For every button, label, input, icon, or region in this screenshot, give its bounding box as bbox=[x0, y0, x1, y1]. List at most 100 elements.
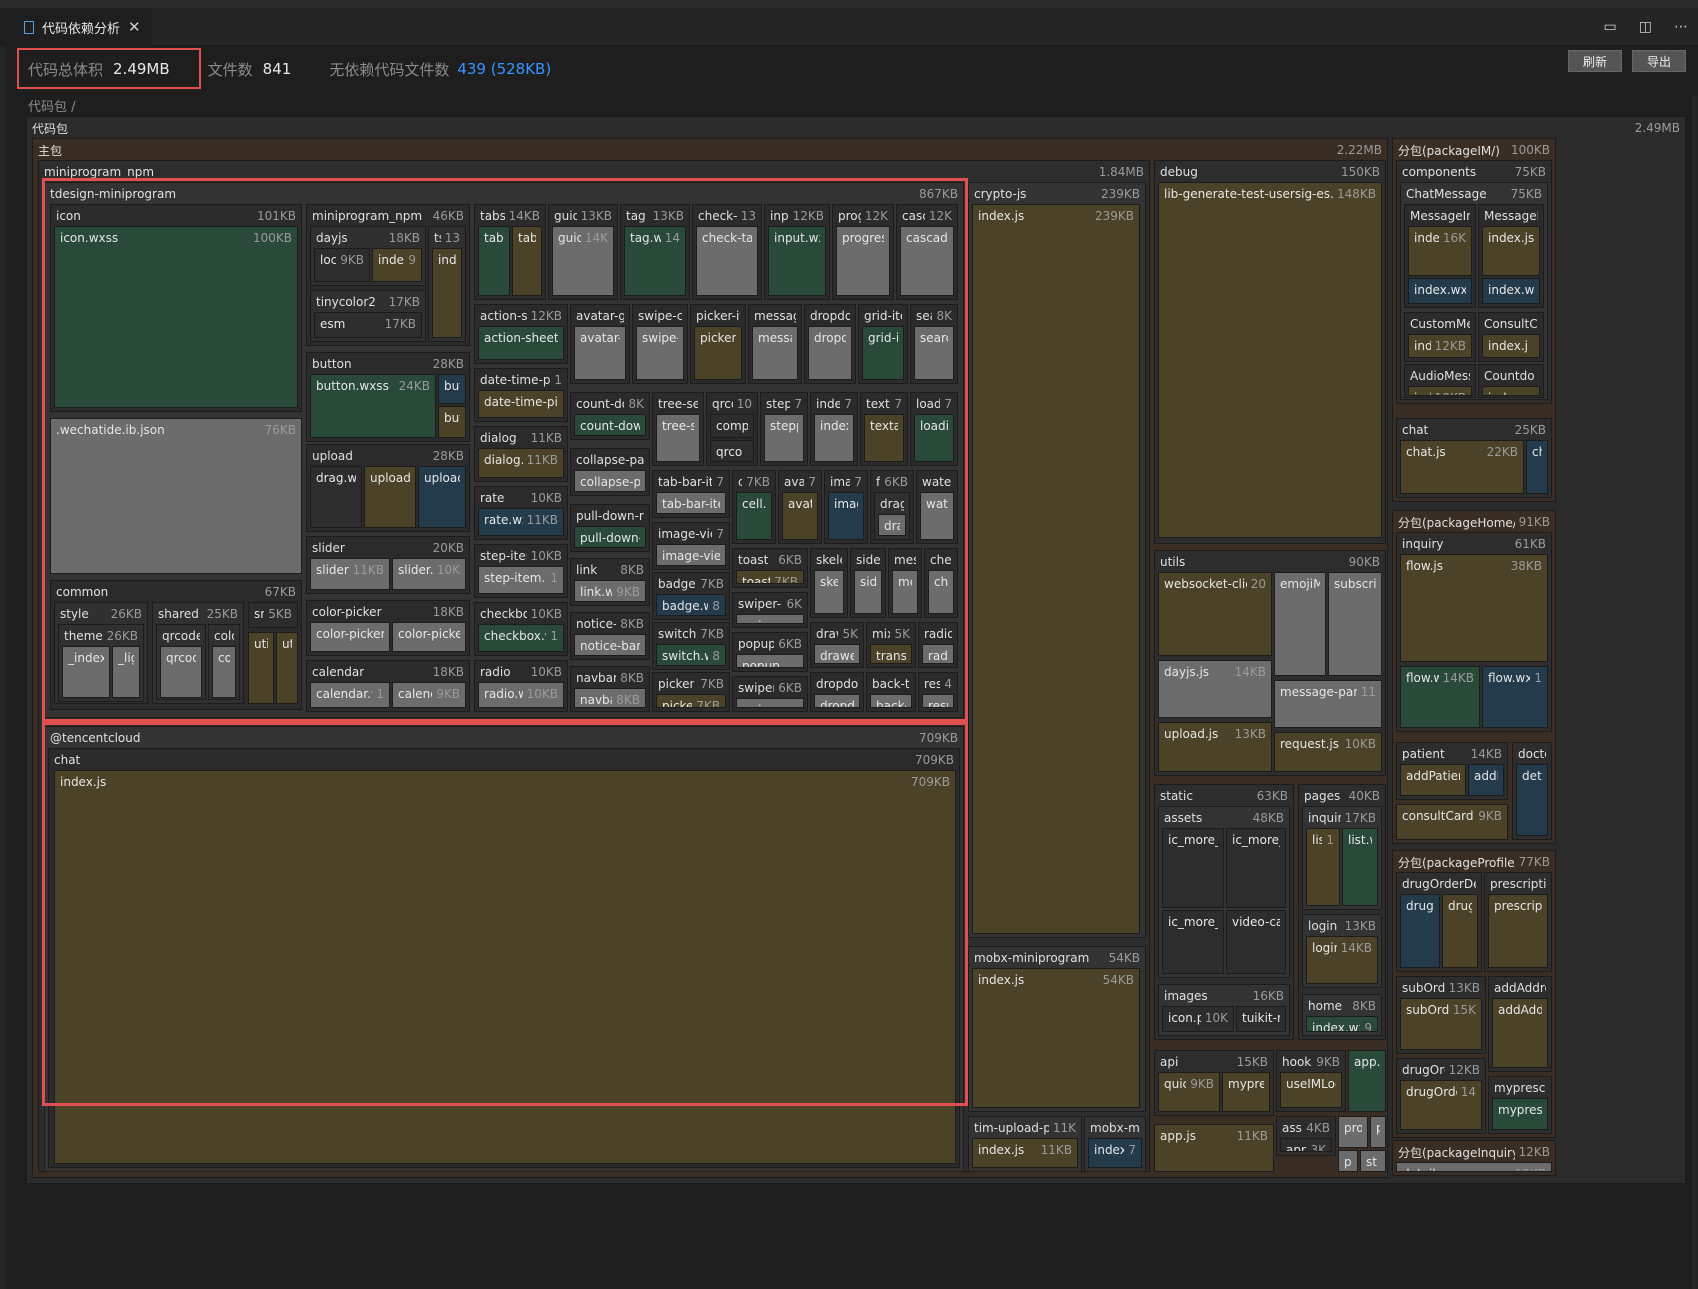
treemap-node-tuikit-m[interactable]: tuikit-m bbox=[1236, 1006, 1286, 1032]
treemap-node-ligh[interactable]: _ligh bbox=[112, 646, 140, 698]
treemap-node-prescriptio[interactable]: prescriptio bbox=[1488, 894, 1548, 968]
treemap-node-search[interactable]: search. bbox=[914, 326, 954, 380]
treemap-node-guide-js[interactable]: guide.js14K bbox=[552, 226, 614, 296]
treemap-node-app-w[interactable]: app.w bbox=[1348, 1050, 1386, 1112]
treemap-node-index-js[interactable]: index.js 7 bbox=[1088, 1138, 1142, 1168]
treemap-node-color-picker-wx[interactable]: color-picker.wx bbox=[310, 622, 390, 652]
treemap-node-ic-more-pi[interactable]: ic_more_pi bbox=[1226, 828, 1286, 908]
treemap-node-drugorder-js[interactable]: drugOrder.js14 bbox=[1400, 1080, 1482, 1130]
treemap-node-index-js[interactable]: index.js16K bbox=[1408, 226, 1472, 276]
treemap-node-swiper-nav[interactable]: swiper-nav bbox=[736, 614, 804, 624]
treemap-node-tabs[interactable]: tabs. bbox=[512, 226, 542, 296]
treemap-node-myprescr[interactable]: myprescr bbox=[1492, 1098, 1548, 1130]
treemap-node-slider-wxss[interactable]: slider.wxss10K bbox=[392, 558, 466, 590]
treemap-node-skele[interactable]: skele bbox=[814, 570, 844, 614]
treemap-node-badge-wxss[interactable]: badge.wxss 8 bbox=[656, 594, 726, 616]
treemap-node-grid-ite[interactable]: grid-ite bbox=[862, 326, 904, 380]
treemap-node-slider-js[interactable]: slider.js11KB bbox=[310, 558, 390, 590]
treemap-node-inde[interactable]: inde bbox=[432, 248, 462, 338]
treemap-node-consultcarddetail[interactable]: consultCardDetail 9KB bbox=[1396, 804, 1508, 840]
treemap-node-index-j[interactable]: index.j bbox=[1482, 334, 1540, 358]
treemap-node-radio-wxss[interactable]: radio.wxss10KB bbox=[478, 682, 564, 708]
treemap-node-proje[interactable]: proje bbox=[1338, 1116, 1368, 1148]
treemap-node-app-json[interactable]: app.json 3K bbox=[1280, 1138, 1332, 1152]
treemap-node-image-viewe[interactable]: image-viewe bbox=[656, 544, 726, 566]
treemap-node-st[interactable]: st bbox=[1360, 1150, 1386, 1172]
treemap-node-wechatide-ib-json[interactable]: .wechatide.ib.json 76KB bbox=[50, 418, 302, 574]
treemap-node-drag-wxs[interactable]: drag.wxs bbox=[310, 466, 362, 528]
treemap-node-index[interactable]: index bbox=[1482, 386, 1540, 396]
treemap-node-butt[interactable]: butt bbox=[438, 374, 466, 404]
treemap-node-avata[interactable]: avata bbox=[782, 492, 818, 540]
treemap-node-rate-wxml[interactable]: rate.wxml11KB bbox=[478, 508, 564, 536]
treemap-node-locale[interactable]: locale9KB bbox=[314, 248, 370, 282]
treemap-node-icon-png[interactable]: icon.png10K bbox=[1162, 1006, 1234, 1032]
treemap-node-request-js[interactable]: request.js 10KB bbox=[1274, 732, 1382, 772]
treemap-node-mes[interactable]: mes bbox=[892, 570, 918, 614]
treemap-node-butt[interactable]: butt bbox=[438, 406, 466, 438]
treemap-node-emojimap[interactable]: emojiMap bbox=[1274, 572, 1326, 676]
treemap-node-cell-w[interactable]: cell.w: bbox=[736, 492, 772, 540]
treemap-node-indexe[interactable]: indexe bbox=[814, 414, 854, 462]
treemap-node-list-w[interactable]: list.w bbox=[1342, 828, 1378, 906]
treemap-node-drug[interactable]: drug( bbox=[1442, 894, 1478, 968]
treemap-node-dropdo[interactable]: dropdo bbox=[814, 694, 860, 708]
treemap-node-picker-it[interactable]: picker-it bbox=[694, 326, 742, 380]
treemap-node-dropdo[interactable]: dropdo bbox=[808, 326, 852, 380]
treemap-node-dra[interactable]: dra bbox=[878, 514, 906, 536]
treemap-node-date-time-picke[interactable]: date-time-picke bbox=[478, 390, 564, 418]
treemap-node-index-wxss[interactable]: index.wxss 9 bbox=[1306, 1016, 1378, 1032]
treemap-node-icon-wxss[interactable]: icon.wxss 100KB bbox=[54, 226, 298, 408]
treemap-node-index-js[interactable]: index.js bbox=[1482, 226, 1540, 276]
treemap-node-quick-js[interactable]: quick.js 9KB bbox=[1158, 1072, 1220, 1112]
treemap-node-drugo[interactable]: drugO bbox=[1400, 894, 1440, 968]
treemap-node-qrcode[interactable]: qrcode bbox=[160, 646, 202, 698]
treemap-node-check-tag[interactable]: check-tag. bbox=[696, 226, 758, 296]
treemap-node-chat-js[interactable]: chat.js 22KB bbox=[1400, 440, 1524, 494]
treemap-node-addaddr[interactable]: addAddr bbox=[1492, 998, 1548, 1068]
treemap-node-drawer[interactable]: drawer. bbox=[814, 644, 860, 664]
treemap-node-loadin[interactable]: loadin bbox=[914, 414, 954, 462]
treemap-node-flow-wxml[interactable]: flow.wxml 1 bbox=[1482, 666, 1548, 728]
treemap-node-step-item-wxss[interactable]: step-item.wxss 1 bbox=[478, 566, 564, 594]
treemap-node-cascader-j[interactable]: cascader.j bbox=[900, 226, 954, 296]
treemap-node-checkbox-wxss[interactable]: checkbox.wxss 1 bbox=[478, 624, 564, 652]
treemap-node-subscribe[interactable]: subscribe bbox=[1328, 572, 1382, 676]
treemap-node-index-wxml[interactable]: index.wxml bbox=[1408, 278, 1472, 304]
treemap-node-avatar-g[interactable]: avatar-g bbox=[574, 326, 626, 380]
treemap-node-index-js[interactable]: index.js 9 bbox=[372, 248, 422, 282]
treemap-node-login-js[interactable]: login.js14KB bbox=[1306, 936, 1378, 984]
treemap-node-app-js[interactable]: app.js 11KB bbox=[1154, 1124, 1274, 1172]
treemap-node-wate[interactable]: wate bbox=[920, 492, 954, 540]
treemap-node-result[interactable]: result bbox=[922, 694, 954, 708]
treemap-node-websocket-client-js[interactable]: websocket-client.js20 bbox=[1158, 572, 1272, 656]
treemap-node-suborder-js[interactable]: subOrder.js15K bbox=[1400, 998, 1482, 1050]
treemap-node-deta[interactable]: deta bbox=[1516, 764, 1548, 836]
treemap-node-qrco[interactable]: qrco bbox=[710, 440, 754, 462]
treemap-node-index-js[interactable]: index.js 10KB bbox=[1408, 386, 1472, 396]
treemap-node-tabs-w[interactable]: tabs.w bbox=[478, 226, 510, 296]
treemap-node-useimlogin[interactable]: useIMLogin bbox=[1280, 1072, 1342, 1108]
treemap-node-esm[interactable]: esm 17KB bbox=[314, 312, 422, 338]
treemap-node-pa[interactable]: pa bbox=[1338, 1150, 1358, 1172]
treemap-node-message-parse-js[interactable]: message-parse.js11 bbox=[1274, 680, 1382, 728]
treemap-node-ch[interactable]: ch bbox=[1526, 440, 1548, 494]
treemap-node-calendar-js[interactable]: calendar.js 9KB bbox=[392, 682, 466, 708]
treemap-node-calendar-wxss[interactable]: calendar.wxss 1 bbox=[310, 682, 390, 708]
treemap-node-tab-bar-item[interactable]: tab-bar-item bbox=[656, 492, 726, 514]
treemap-node-collapse-pan[interactable]: collapse-pan bbox=[574, 470, 646, 492]
treemap-node-back-t[interactable]: back-t bbox=[870, 694, 912, 708]
treemap-node-transiti[interactable]: transiti bbox=[870, 644, 912, 664]
treemap-node-detail[interactable]: detail 12KB bbox=[1396, 1162, 1552, 1172]
treemap-node-pull-down-re[interactable]: pull-down-re bbox=[574, 526, 646, 548]
treemap-node-steppe[interactable]: steppe bbox=[764, 414, 804, 462]
treemap-node-navbar-js[interactable]: navbar.js 8KB bbox=[574, 688, 646, 708]
treemap-node-textare[interactable]: textare bbox=[864, 414, 904, 462]
treemap-node-index-js[interactable]: index.js 239KB bbox=[972, 204, 1140, 934]
treemap-node-button-wxss[interactable]: button.wxss 24KB bbox=[310, 374, 436, 438]
treemap-node-radio[interactable]: radio bbox=[922, 644, 954, 664]
treemap-node-lib-generate-test-usersig-es-min-js[interactable]: lib-generate-test-usersig-es.min.js148KB bbox=[1158, 182, 1382, 538]
treemap-node-index-w[interactable]: index.w bbox=[1482, 278, 1540, 304]
treemap-node-dayjs-js[interactable]: dayjs.js 14KB bbox=[1158, 660, 1272, 718]
treemap-node-notice-bar-js[interactable]: notice-bar.js bbox=[574, 634, 646, 656]
